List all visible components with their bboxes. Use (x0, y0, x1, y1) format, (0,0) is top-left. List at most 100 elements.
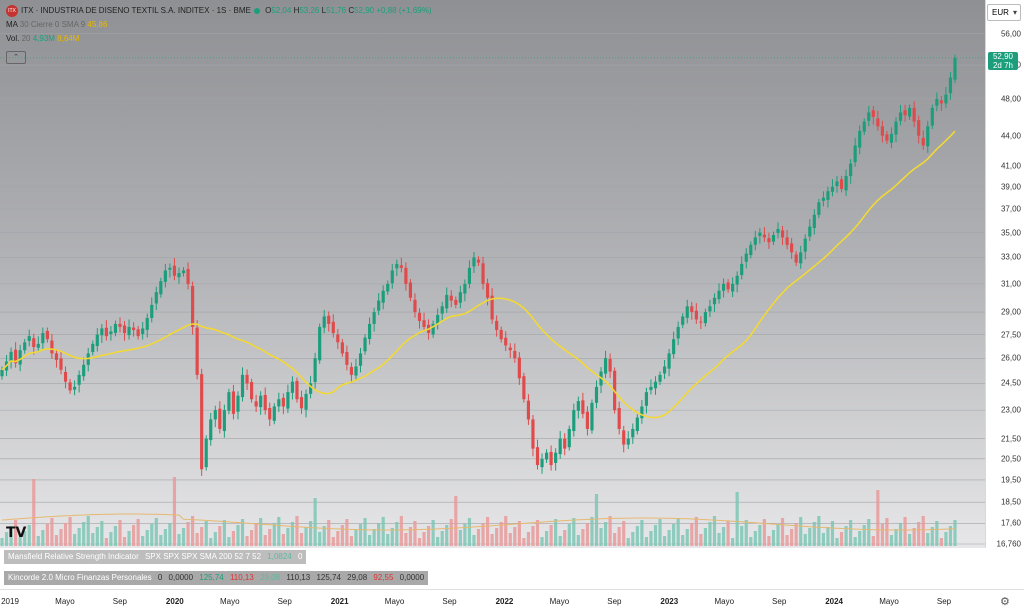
candle-body (912, 107, 916, 122)
volume-bar (554, 519, 558, 546)
mansfield-value: 1,0824 (267, 552, 292, 561)
volume-bar (340, 525, 344, 546)
kincorde-v9: 92,55 (373, 573, 394, 582)
bar-countdown: 2d 7h (992, 61, 1014, 70)
mansfield-extra: 0 (297, 552, 303, 561)
candle-body (939, 100, 943, 104)
candle-body (603, 358, 608, 374)
volume-bar (132, 525, 136, 546)
volume-bar (472, 535, 476, 546)
candle-body (141, 328, 145, 334)
volume-bar (544, 531, 549, 546)
volume-bar (109, 532, 113, 546)
symbol-title[interactable]: ITX · INDUSTRIA DE DISENO TEXTIL S.A. IN… (21, 6, 251, 15)
gear-icon[interactable]: ⚙ (1000, 595, 1010, 608)
volume-bar (717, 533, 721, 546)
volume-bar (318, 532, 322, 546)
candle-body (63, 371, 68, 382)
collapse-legend-button[interactable]: ⌃ (6, 51, 26, 64)
ma-row[interactable]: MA 30 Cierre 0 SMA 9 45,86 (6, 18, 432, 32)
kincorde-v3: 125,74 (199, 573, 224, 582)
candle-body (844, 176, 848, 191)
volume-bar (858, 531, 862, 546)
volume-bar (367, 535, 372, 546)
volume-bar (32, 479, 36, 546)
volume-bar (113, 526, 118, 546)
candle-body (721, 283, 726, 291)
volume-bar (894, 529, 898, 546)
price-chart-svg[interactable] (0, 0, 985, 548)
volume-bar (390, 528, 394, 546)
volume-bar (27, 525, 31, 546)
candle-body (726, 282, 730, 290)
price-axis[interactable]: 56,0052,0048,0044,0041,0039,0037,0035,00… (985, 0, 1024, 549)
candle-body (240, 374, 245, 398)
mansfield-legend[interactable]: Mansfield Relative Strength Indicator SP… (4, 550, 307, 564)
candle-body (835, 181, 839, 187)
candle-body (681, 316, 685, 325)
volume-bar (431, 520, 435, 546)
candle-body (485, 283, 490, 298)
candle-body (767, 238, 771, 243)
kincorde-v8: 29,08 (347, 573, 368, 582)
chart-legend: ITX ITX · INDUSTRIA DE DISENO TEXTIL S.A.… (6, 4, 432, 46)
time-axis[interactable]: ⚙ 2019 Mayo Sep 2020 Mayo Sep 2021 Mayo Sep 2022 M… (0, 589, 1024, 614)
candle-body (590, 402, 594, 431)
volume-bar (744, 520, 748, 546)
candle-body (263, 394, 267, 411)
chevron-down-icon: ▾ (1012, 8, 1017, 17)
volume-bar (613, 533, 617, 546)
candle-body (322, 316, 326, 328)
candle-body (272, 406, 276, 421)
ma-params: 30 Cierre 0 SMA 9 (19, 20, 86, 29)
volume-bar (721, 527, 726, 546)
kincorde-pane[interactable]: Kincorde 2.0 Micro Finanzas Personales 0… (0, 569, 1024, 589)
volume-bar (694, 517, 698, 546)
candle-body (45, 330, 49, 340)
volume-bar (200, 527, 204, 546)
volume-bar (504, 516, 508, 546)
candle-body (27, 336, 31, 341)
candle-body (953, 57, 957, 80)
candle-body (336, 334, 340, 343)
candle-body (717, 290, 721, 300)
volume-bar (572, 518, 576, 546)
volume-row[interactable]: Vol. 20 4,93M 8,64M (6, 32, 432, 46)
volume-bar (735, 492, 739, 546)
company-logo-icon: ITX (6, 4, 18, 17)
y-tick-label: 21,50 (1000, 434, 1021, 444)
candle-body (181, 270, 186, 274)
candle-body (290, 381, 295, 393)
candle-body (231, 391, 236, 414)
candle-body (95, 334, 99, 347)
kincorde-legend[interactable]: Kincorde 2.0 Micro Finanzas Personales 0… (4, 571, 429, 585)
volume-bar (399, 516, 403, 546)
candle-body (367, 323, 372, 340)
candle-body (572, 410, 576, 432)
candle-body (358, 353, 363, 366)
candle-body (871, 110, 875, 117)
volume-bar (785, 535, 789, 546)
candle-body (690, 306, 694, 313)
ma-label: MA (6, 20, 18, 29)
candle-body (826, 191, 830, 200)
volume-bar (667, 530, 671, 546)
candle-body (508, 347, 512, 351)
volume-bar (771, 530, 776, 546)
volume-bar (454, 496, 458, 546)
mansfield-pane[interactable]: Mansfield Relative Strength Indicator SP… (0, 548, 1024, 569)
tradingview-logo[interactable]: TV (6, 525, 26, 541)
kincorde-v6: 110,13 (286, 573, 311, 582)
volume-bar (749, 537, 753, 546)
volume-bar (118, 520, 122, 546)
candle-body (839, 179, 844, 189)
candle-body (803, 238, 807, 252)
candle-body (821, 197, 825, 201)
candle-body (127, 326, 131, 336)
candle-body (36, 343, 40, 348)
currency-selector[interactable]: EUR ▾ (987, 4, 1021, 21)
candle-body (100, 328, 104, 336)
mansfield-name: Mansfield Relative Strength Indicator (8, 552, 139, 561)
price-chart-area[interactable]: ITX ITX · INDUSTRIA DE DISENO TEXTIL S.A.… (0, 0, 985, 548)
candle-body (304, 393, 308, 410)
